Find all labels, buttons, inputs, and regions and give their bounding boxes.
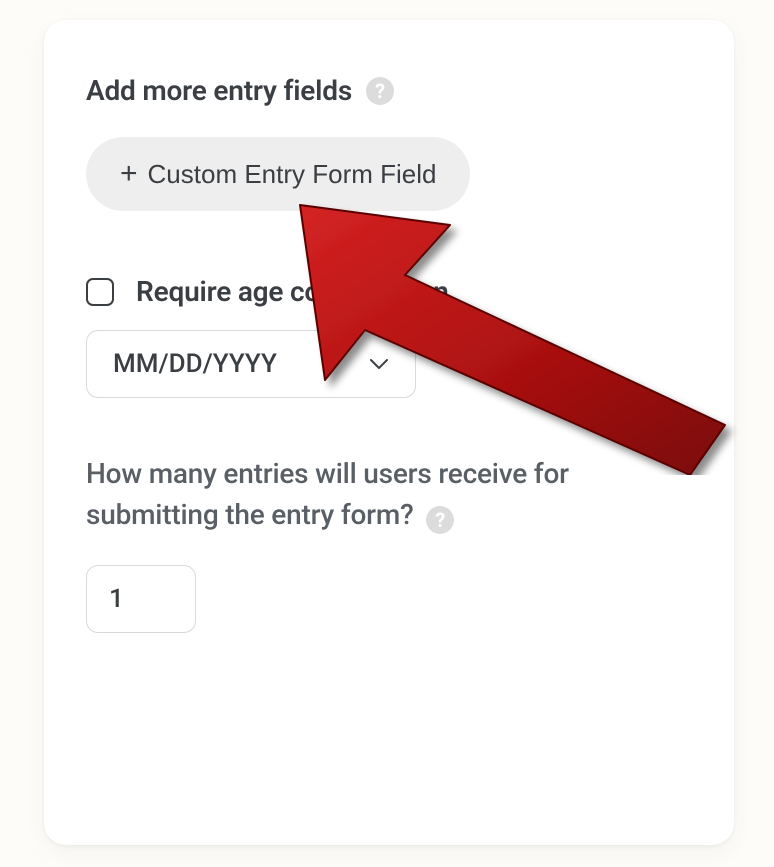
add-custom-field-label: Custom Entry Form Field — [148, 159, 437, 190]
age-confirmation-row: Require age confirmation — [86, 275, 692, 308]
chevron-down-icon — [369, 358, 389, 370]
help-icon[interactable]: ? — [426, 506, 454, 534]
age-confirmation-checkbox[interactable] — [86, 278, 114, 306]
entries-count-input[interactable]: 1 — [86, 565, 196, 633]
entries-count-value: 1 — [109, 584, 124, 614]
help-icon[interactable]: ? — [366, 77, 394, 105]
entries-question-text: How many entries will users receive for … — [86, 457, 569, 531]
plus-icon: + — [120, 157, 138, 191]
age-confirmation-label: Require age confirmation — [136, 275, 449, 308]
settings-card: Add more entry fields ? + Custom Entry F… — [44, 20, 734, 845]
section-header: Add more entry fields ? — [86, 74, 692, 107]
date-format-value: MM/DD/YYYY — [113, 349, 277, 379]
entries-question: How many entries will users receive for … — [86, 454, 692, 535]
date-format-select[interactable]: MM/DD/YYYY — [86, 330, 416, 398]
date-format-select-wrap: MM/DD/YYYY — [86, 330, 416, 398]
section-title: Add more entry fields — [86, 74, 352, 107]
add-custom-field-button[interactable]: + Custom Entry Form Field — [86, 137, 470, 211]
